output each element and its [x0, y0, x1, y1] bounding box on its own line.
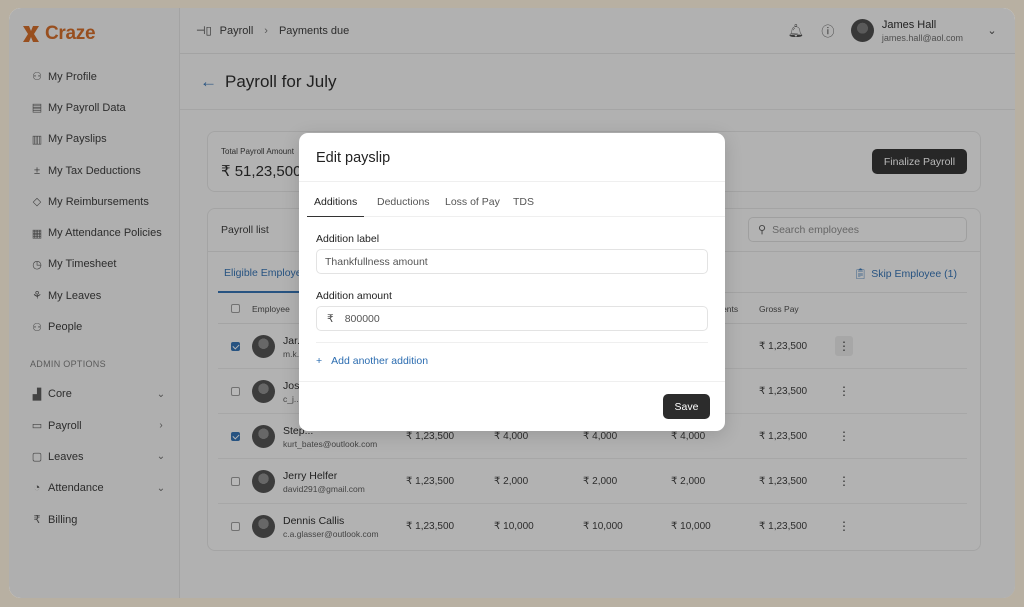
active-tab-underline: [307, 215, 364, 217]
save-button[interactable]: Save: [663, 394, 710, 419]
rupee-icon: ₹: [327, 312, 334, 325]
addition-label-value: Thankfullness amount: [325, 255, 428, 268]
tab-tds[interactable]: TDS: [513, 196, 534, 208]
divider: [299, 381, 725, 382]
divider: [316, 342, 708, 343]
addition-label-label: Addition label: [316, 233, 380, 245]
addition-label-input[interactable]: Thankfullness amount: [316, 249, 708, 274]
tab-additions[interactable]: Additions: [314, 196, 357, 208]
addition-amount-value: 800000: [344, 312, 380, 325]
tab-deductions[interactable]: Deductions: [377, 196, 430, 208]
plus-icon: +: [316, 355, 323, 367]
addition-amount-input[interactable]: ₹ 800000: [316, 306, 708, 331]
dialog-title: Edit payslip: [316, 150, 391, 166]
dialog-tabs: Additions Deductions Loss of Pay TDS: [307, 182, 725, 217]
add-another-addition-button[interactable]: + Add another addition: [316, 355, 428, 367]
addition-amount-label: Addition amount: [316, 290, 392, 302]
edit-payslip-dialog: Edit payslip Additions Deductions Loss o…: [299, 133, 725, 431]
tab-loss-of-pay[interactable]: Loss of Pay: [445, 196, 500, 208]
